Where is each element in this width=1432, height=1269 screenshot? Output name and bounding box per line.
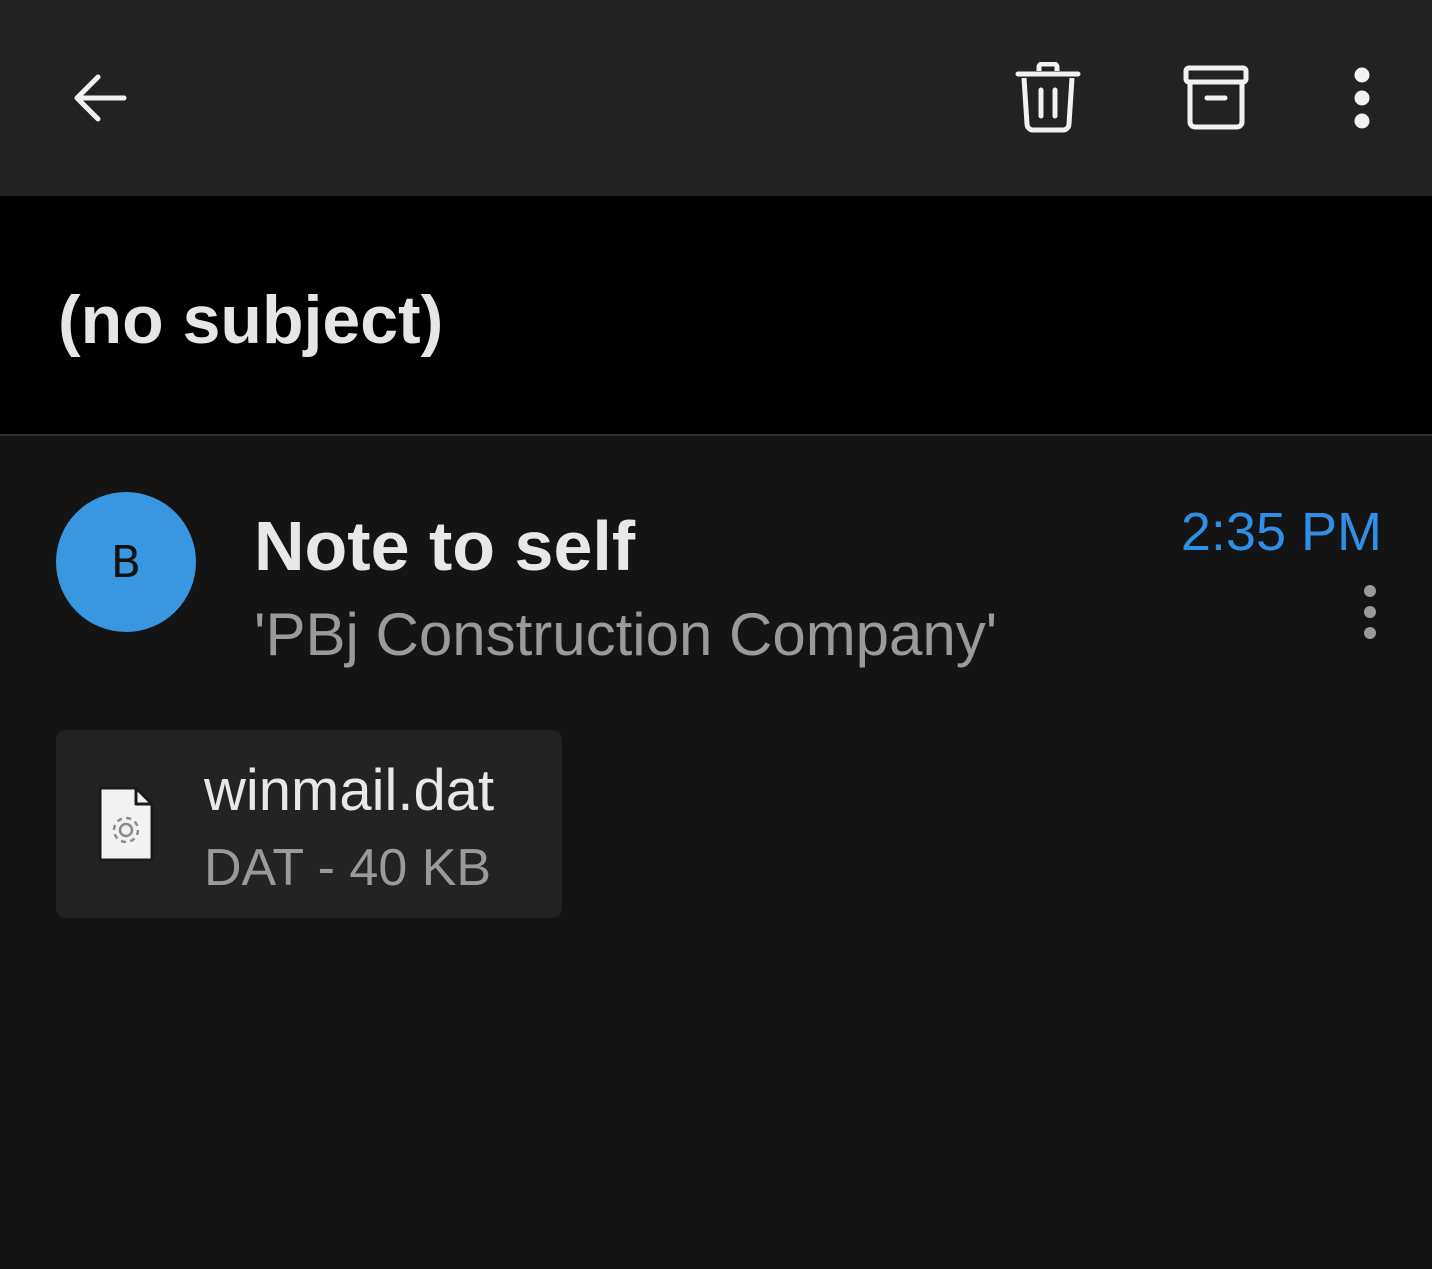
avatar-initial: B xyxy=(110,536,142,588)
more-vertical-icon xyxy=(1364,585,1376,639)
top-app-bar xyxy=(0,0,1432,196)
more-options-button[interactable] xyxy=(1312,48,1412,148)
attachment-meta: DAT - 40 KB xyxy=(204,839,492,897)
message-time: 2:35 PM xyxy=(1180,502,1382,562)
more-vertical-icon xyxy=(1354,67,1370,129)
back-button[interactable] xyxy=(50,48,150,148)
email-subject: (no subject) xyxy=(58,282,444,358)
message-more-button[interactable] xyxy=(1340,576,1400,648)
file-settings-icon xyxy=(98,786,154,862)
delete-button[interactable] xyxy=(998,48,1098,148)
attachment-name: winmail.dat xyxy=(204,758,495,823)
archive-box-icon xyxy=(1183,65,1249,130)
archive-button[interactable] xyxy=(1166,48,1266,148)
attachment-card[interactable]: winmail.dat DAT - 40 KB xyxy=(56,730,562,918)
sender-name: Note to self xyxy=(254,507,636,585)
trash-icon xyxy=(1015,62,1081,133)
arrow-left-icon xyxy=(74,74,127,122)
sender-avatar[interactable]: B xyxy=(56,492,196,632)
sender-company: 'PBj Construction Company' xyxy=(254,601,998,668)
